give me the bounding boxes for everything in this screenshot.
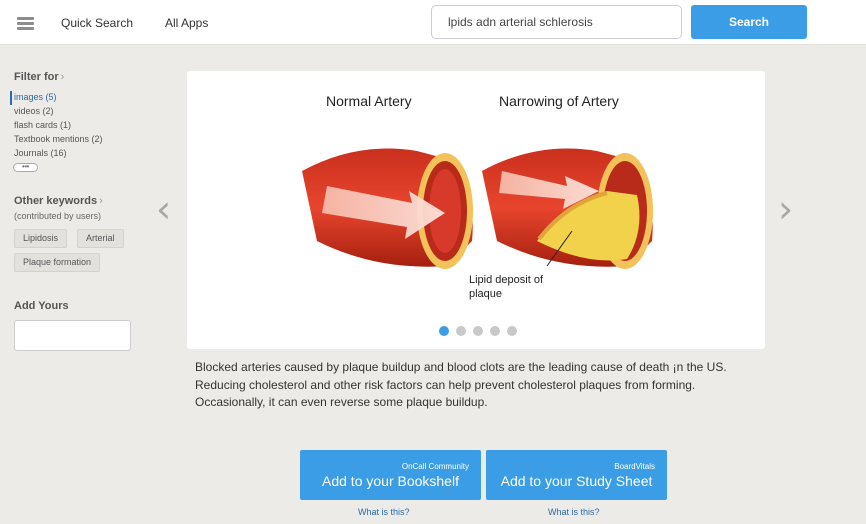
carousel-dot[interactable]	[473, 326, 483, 336]
chevron-right-icon: ›	[60, 71, 65, 83]
more-filters-button[interactable]: •••	[13, 163, 38, 172]
add-keyword-input[interactable]	[14, 320, 131, 351]
filter-item-textbook-mentions[interactable]: Textbook mentions (2)	[10, 133, 103, 147]
contributed-note: (contributed by users)	[14, 211, 102, 221]
filter-heading-label: Filter for	[14, 71, 59, 83]
button-label: Add to your Bookshelf	[322, 473, 459, 489]
narrowing-artery-label: Narrowing of Artery	[499, 93, 619, 109]
all-apps-link[interactable]: All Apps	[165, 16, 208, 30]
search-button[interactable]: Search	[691, 5, 807, 39]
add-to-study-sheet-button[interactable]: BoardVitals Add to your Study Sheet	[486, 450, 667, 500]
quick-search-link[interactable]: Quick Search	[61, 16, 133, 30]
carousel-dot[interactable]	[456, 326, 466, 336]
normal-artery-shape	[302, 148, 473, 269]
carousel-prev-icon[interactable]: ‹	[156, 190, 171, 228]
artery-illustration	[302, 148, 653, 269]
filter-item-journals[interactable]: Journals (16)	[10, 147, 103, 161]
hamburger-menu-icon[interactable]	[17, 17, 34, 30]
other-keywords-heading[interactable]: Other keywords ›	[14, 195, 103, 207]
search-input[interactable]	[431, 5, 682, 39]
carousel-dot[interactable]	[490, 326, 500, 336]
other-keywords-label: Other keywords	[14, 195, 98, 207]
carousel-next-icon[interactable]: ›	[778, 190, 793, 228]
keyword-tag-plaque-formation[interactable]: Plaque formation	[14, 253, 101, 272]
normal-artery-label: Normal Artery	[326, 93, 412, 109]
button-label: Add to your Study Sheet	[500, 473, 653, 489]
add-yours-heading: Add Yours	[14, 300, 69, 312]
filter-list: images (5) videos (2) flash cards (1) Te…	[10, 91, 103, 161]
filter-item-flash-cards[interactable]: flash cards (1)	[10, 119, 103, 133]
narrowed-artery-shape	[482, 148, 653, 269]
filter-item-images[interactable]: images (5)	[10, 91, 103, 105]
carousel-dots	[439, 326, 524, 336]
lipid-deposit-label: Lipid deposit of plaque	[469, 274, 543, 300]
provider-label: OnCall Community	[401, 462, 469, 471]
image-carousel: Normal Artery Narrowing of Artery Lipid …	[187, 71, 765, 349]
add-to-bookshelf-button[interactable]: OnCall Community Add to your Bookshelf	[300, 450, 481, 500]
keyword-tag-arterial[interactable]: Arterial	[77, 229, 124, 248]
what-is-this-link[interactable]: What is this?	[548, 507, 600, 517]
keyword-tag-lipidosis[interactable]: Lipidosis	[14, 229, 68, 248]
provider-label: BoardVitals	[614, 462, 655, 471]
top-bar: Quick Search All Apps Search	[0, 0, 866, 45]
filter-item-videos[interactable]: videos (2)	[10, 105, 103, 119]
chevron-right-icon: ›	[99, 195, 103, 207]
what-is-this-link[interactable]: What is this?	[358, 507, 410, 517]
carousel-dot[interactable]	[439, 326, 449, 336]
filter-heading[interactable]: Filter for ›	[14, 71, 64, 83]
carousel-dot[interactable]	[507, 326, 517, 336]
image-description: Blocked arteries caused by plaque buildu…	[195, 360, 727, 409]
